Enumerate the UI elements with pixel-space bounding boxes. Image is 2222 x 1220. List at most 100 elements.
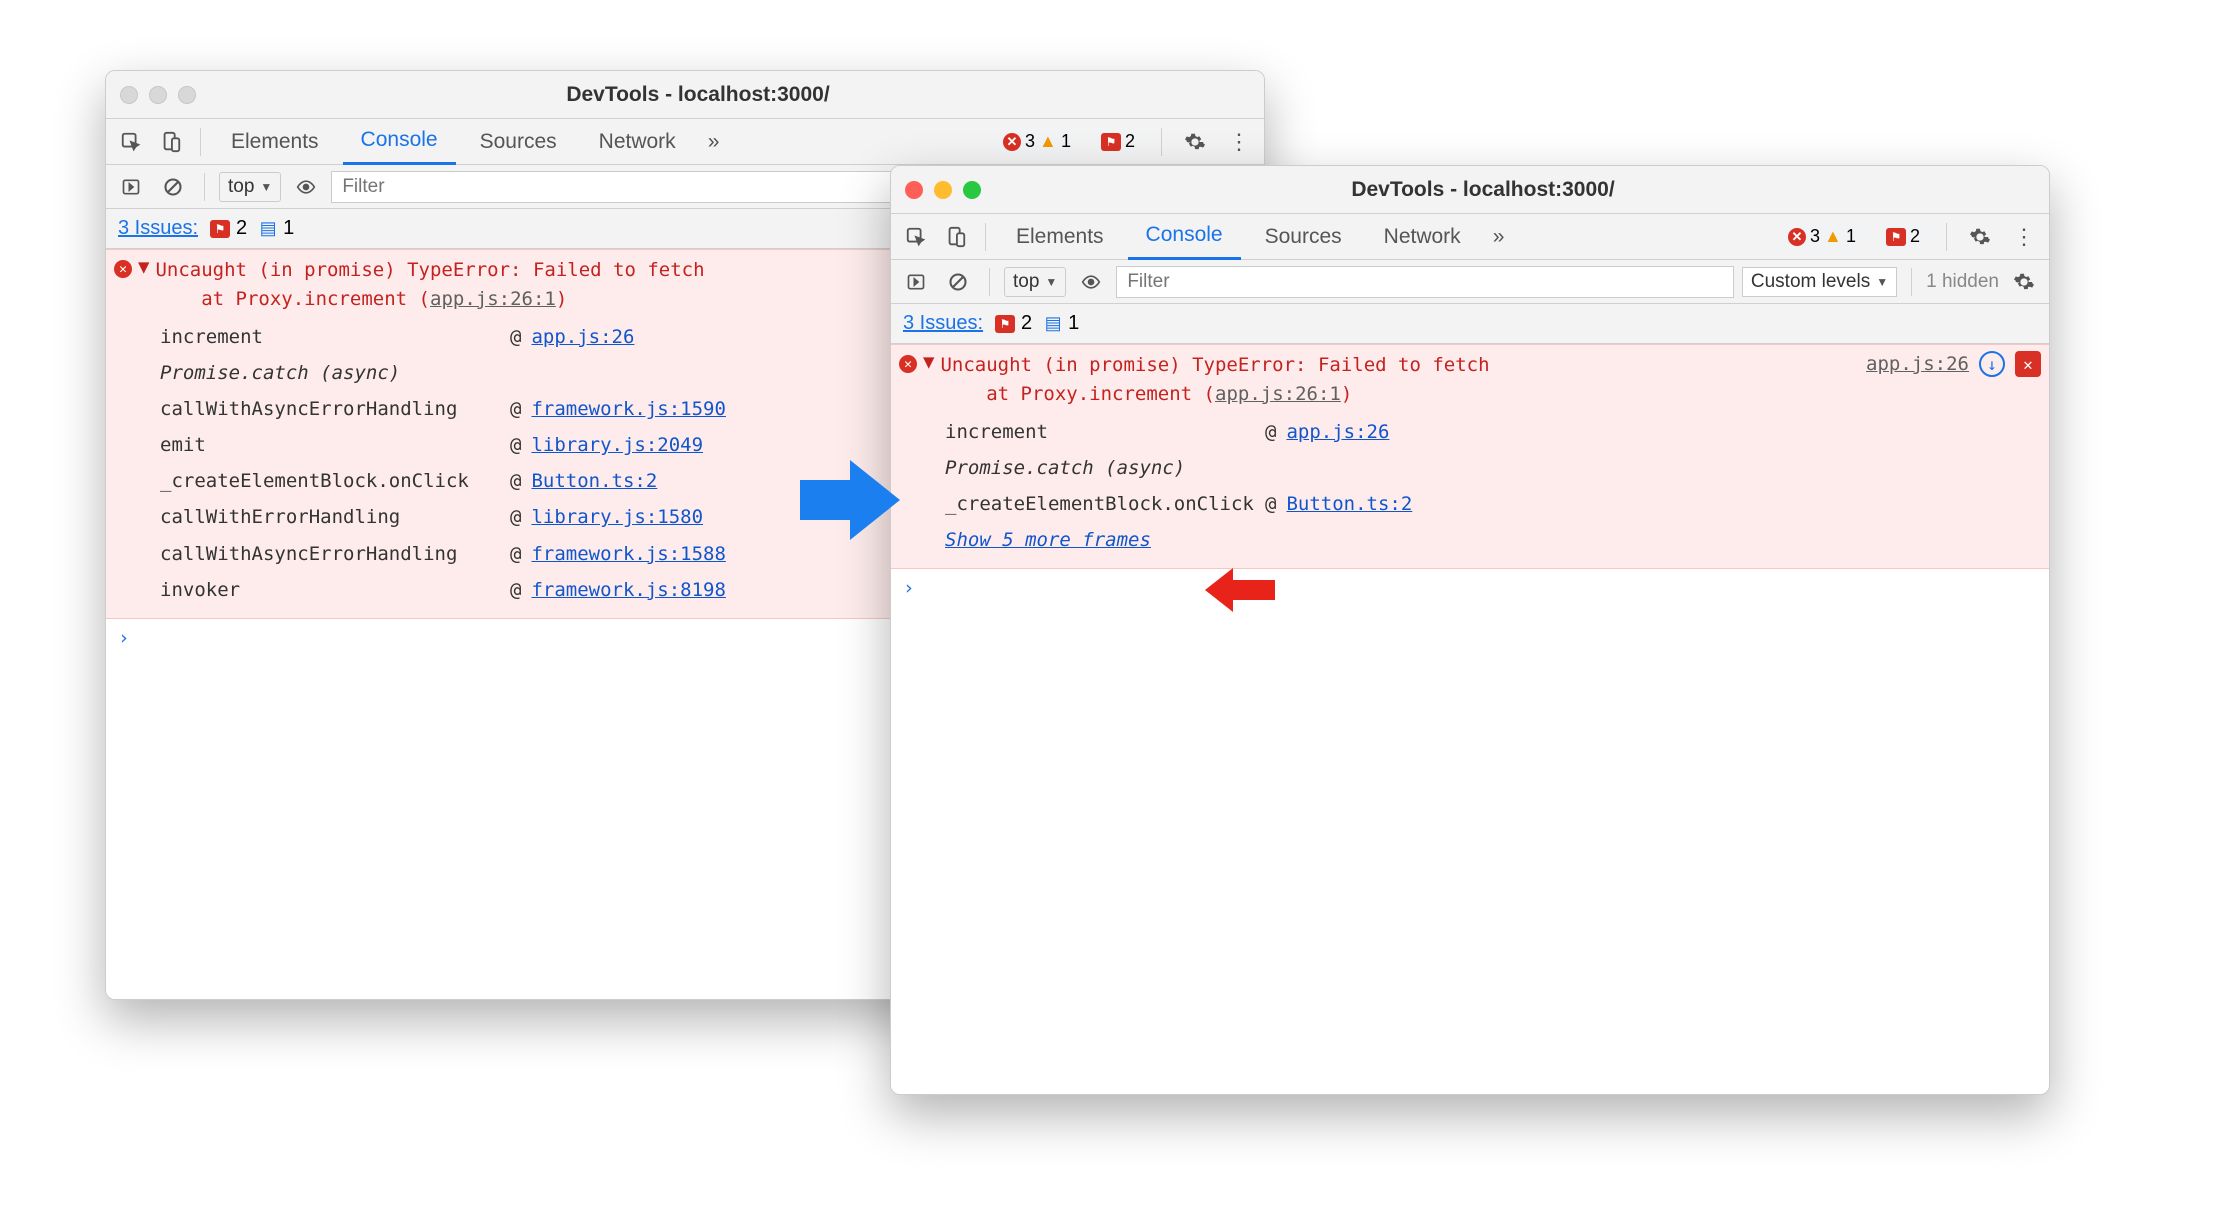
settings-icon[interactable] <box>1963 220 1997 254</box>
issues-flags[interactable]: ⚑2 <box>995 312 1032 335</box>
error-warning-badge[interactable]: ✕3 ▲1 <box>993 129 1081 154</box>
console-prompt[interactable]: › <box>891 569 2049 607</box>
error-message: Uncaught (in promise) TypeError: Failed … <box>940 351 1860 408</box>
flag-icon: ⚑ <box>210 220 230 238</box>
tab-sources[interactable]: Sources <box>462 119 575 165</box>
error-count: 3 <box>1025 131 1035 152</box>
frame-link[interactable]: framework.js:8198 <box>531 572 725 608</box>
expand-caret-icon[interactable]: ▼ <box>923 351 934 373</box>
flag-icon: ⚑ <box>995 315 1015 333</box>
show-more-frames[interactable]: Show 5 more frames <box>945 522 2041 558</box>
warning-icon: ▲ <box>1039 133 1057 151</box>
stack-frames: increment@ app.js:26 Promise.catch (asyn… <box>945 414 2041 558</box>
issues-flags[interactable]: ⚑2 <box>210 217 247 240</box>
flag-badge[interactable]: ⚑2 <box>1091 129 1145 154</box>
close-dot[interactable] <box>905 181 923 199</box>
error-icon: ✕ <box>1788 228 1806 246</box>
frame-link[interactable]: library.js:1580 <box>531 499 703 535</box>
flag-icon: ⚑ <box>1886 228 1906 246</box>
arrow-right-icon <box>790 450 910 550</box>
tab-network[interactable]: Network <box>581 119 694 165</box>
error-entry: ✕ ▼ Uncaught (in promise) TypeError: Fai… <box>891 344 2049 569</box>
issues-link[interactable]: 3 Issues: <box>118 217 198 240</box>
tab-console[interactable]: Console <box>343 119 456 165</box>
hidden-count[interactable]: 1 hidden <box>1926 271 1999 293</box>
message-icon: ▤ <box>1044 315 1062 333</box>
console-toolbar: top▼ Custom levels▼ 1 hidden <box>891 260 2049 304</box>
context-selector[interactable]: top▼ <box>219 172 281 202</box>
minimize-dot[interactable] <box>934 181 952 199</box>
flag-count: 2 <box>1125 131 1135 152</box>
remove-icon[interactable]: ✕ <box>2015 351 2041 377</box>
console-body: ✕ ▼ Uncaught (in promise) TypeError: Fai… <box>891 344 2049 1094</box>
frame-link[interactable]: Button.ts:2 <box>1286 486 1412 522</box>
zoom-dot[interactable] <box>963 181 981 199</box>
frame-link[interactable]: app.js:26 <box>1286 414 1389 450</box>
chevron-down-icon: ▼ <box>260 180 272 194</box>
window-title: DevTools - localhost:3000/ <box>216 83 1180 107</box>
source-link-right[interactable]: app.js:26 <box>1866 353 1969 375</box>
source-link[interactable]: app.js:26:1 <box>1215 383 1341 405</box>
titlebar[interactable]: DevTools - localhost:3000/ <box>891 166 2049 214</box>
devtools-window-right: DevTools - localhost:3000/ Elements Cons… <box>890 165 2050 1095</box>
clear-icon[interactable] <box>156 170 190 204</box>
close-dot[interactable] <box>120 86 138 104</box>
device-icon[interactable] <box>154 125 188 159</box>
reload-icon[interactable]: ↓ <box>1979 351 2005 377</box>
device-icon[interactable] <box>939 220 973 254</box>
settings-icon[interactable] <box>1178 125 1212 159</box>
tab-overflow[interactable]: » <box>1485 214 1513 260</box>
tab-network[interactable]: Network <box>1366 214 1479 260</box>
tab-overflow[interactable]: » <box>700 119 728 165</box>
flag-icon: ⚑ <box>1101 133 1121 151</box>
stack-frame: increment@ app.js:26 <box>945 414 2041 450</box>
tab-elements[interactable]: Elements <box>998 214 1122 260</box>
warning-count: 1 <box>1846 226 1856 247</box>
error-icon: ✕ <box>899 355 917 373</box>
frame-link[interactable]: app.js:26 <box>531 319 634 355</box>
stack-frame: _createElementBlock.onClick@ Button.ts:2 <box>945 486 2041 522</box>
more-icon[interactable]: ⋮ <box>2007 220 2041 254</box>
chevron-down-icon: ▼ <box>1045 275 1057 289</box>
frame-link[interactable]: library.js:2049 <box>531 427 703 463</box>
stack-frame-async: Promise.catch (async) <box>945 450 2041 486</box>
arrow-left-icon <box>1205 568 1275 612</box>
tab-sources[interactable]: Sources <box>1247 214 1360 260</box>
toggle-sidebar-icon[interactable] <box>114 170 148 204</box>
frame-link[interactable]: framework.js:1588 <box>531 536 725 572</box>
live-expression-icon[interactable] <box>289 170 323 204</box>
flag-badge[interactable]: ⚑2 <box>1876 224 1930 249</box>
console-settings-icon[interactable] <box>2007 265 2041 299</box>
live-expression-icon[interactable] <box>1074 265 1108 299</box>
issues-bar: 3 Issues: ⚑2 ▤1 <box>891 304 2049 344</box>
toggle-sidebar-icon[interactable] <box>899 265 933 299</box>
context-selector[interactable]: top▼ <box>1004 267 1066 297</box>
more-icon[interactable]: ⋮ <box>1222 125 1256 159</box>
window-title: DevTools - localhost:3000/ <box>1001 178 1965 202</box>
titlebar[interactable]: DevTools - localhost:3000/ <box>106 71 1264 119</box>
filter-input[interactable] <box>1116 266 1734 298</box>
message-icon: ▤ <box>259 220 277 238</box>
issues-messages[interactable]: ▤1 <box>259 217 294 240</box>
issues-link[interactable]: 3 Issues: <box>903 312 983 335</box>
log-levels-selector[interactable]: Custom levels▼ <box>1742 267 1897 297</box>
clear-icon[interactable] <box>941 265 975 299</box>
traffic-lights <box>120 86 196 104</box>
minimize-dot[interactable] <box>149 86 167 104</box>
frame-link[interactable]: framework.js:1590 <box>531 391 725 427</box>
zoom-dot[interactable] <box>178 86 196 104</box>
traffic-lights <box>905 181 981 199</box>
warning-icon: ▲ <box>1824 228 1842 246</box>
error-icon: ✕ <box>1003 133 1021 151</box>
source-link[interactable]: app.js:26:1 <box>430 288 556 310</box>
error-warning-badge[interactable]: ✕3 ▲1 <box>1778 224 1866 249</box>
warning-count: 1 <box>1061 131 1071 152</box>
inspect-icon[interactable] <box>899 220 933 254</box>
tab-elements[interactable]: Elements <box>213 119 337 165</box>
inspect-icon[interactable] <box>114 125 148 159</box>
issues-messages[interactable]: ▤1 <box>1044 312 1079 335</box>
tab-bar: Elements Console Sources Network » ✕3 ▲1… <box>106 119 1264 165</box>
tab-console[interactable]: Console <box>1128 214 1241 260</box>
frame-link[interactable]: Button.ts:2 <box>531 463 657 499</box>
expand-caret-icon[interactable]: ▼ <box>138 256 149 278</box>
